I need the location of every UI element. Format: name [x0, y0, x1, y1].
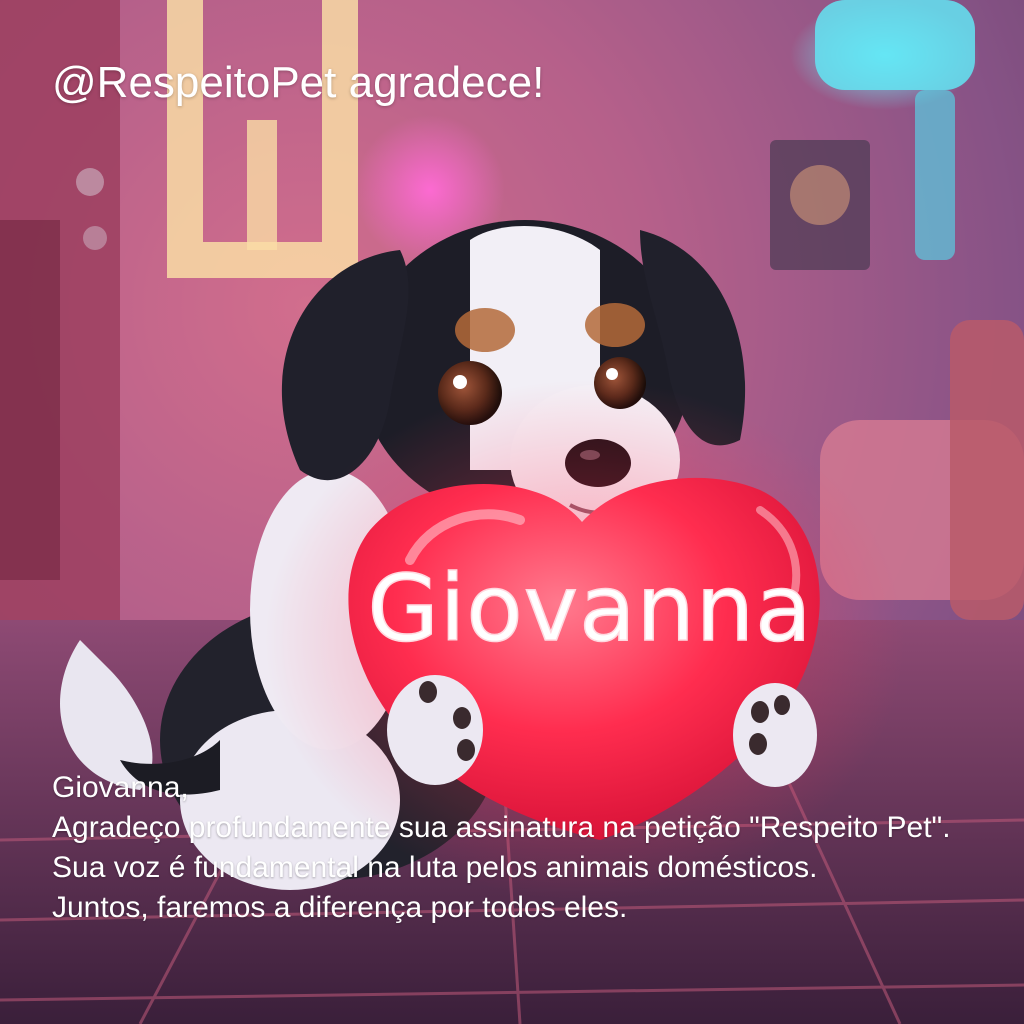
- heart-name: Giovanna: [368, 555, 813, 662]
- headline: @RespeitoPet agradece!: [52, 58, 545, 107]
- message-line-3: Juntos, faremos a diferença por todos el…: [52, 891, 628, 924]
- card-canvas: Giovanna @RespeitoPet agradece! Giovanna…: [0, 0, 1024, 1024]
- message-line-1: Agradeço profundamente sua assinatura na…: [52, 811, 951, 844]
- thank-you-message: Giovanna, Agradeço profundamente sua ass…: [52, 768, 1024, 928]
- message-line-2: Sua voz é fundamental na luta pelos anim…: [52, 851, 818, 884]
- message-greeting: Giovanna,: [52, 771, 189, 804]
